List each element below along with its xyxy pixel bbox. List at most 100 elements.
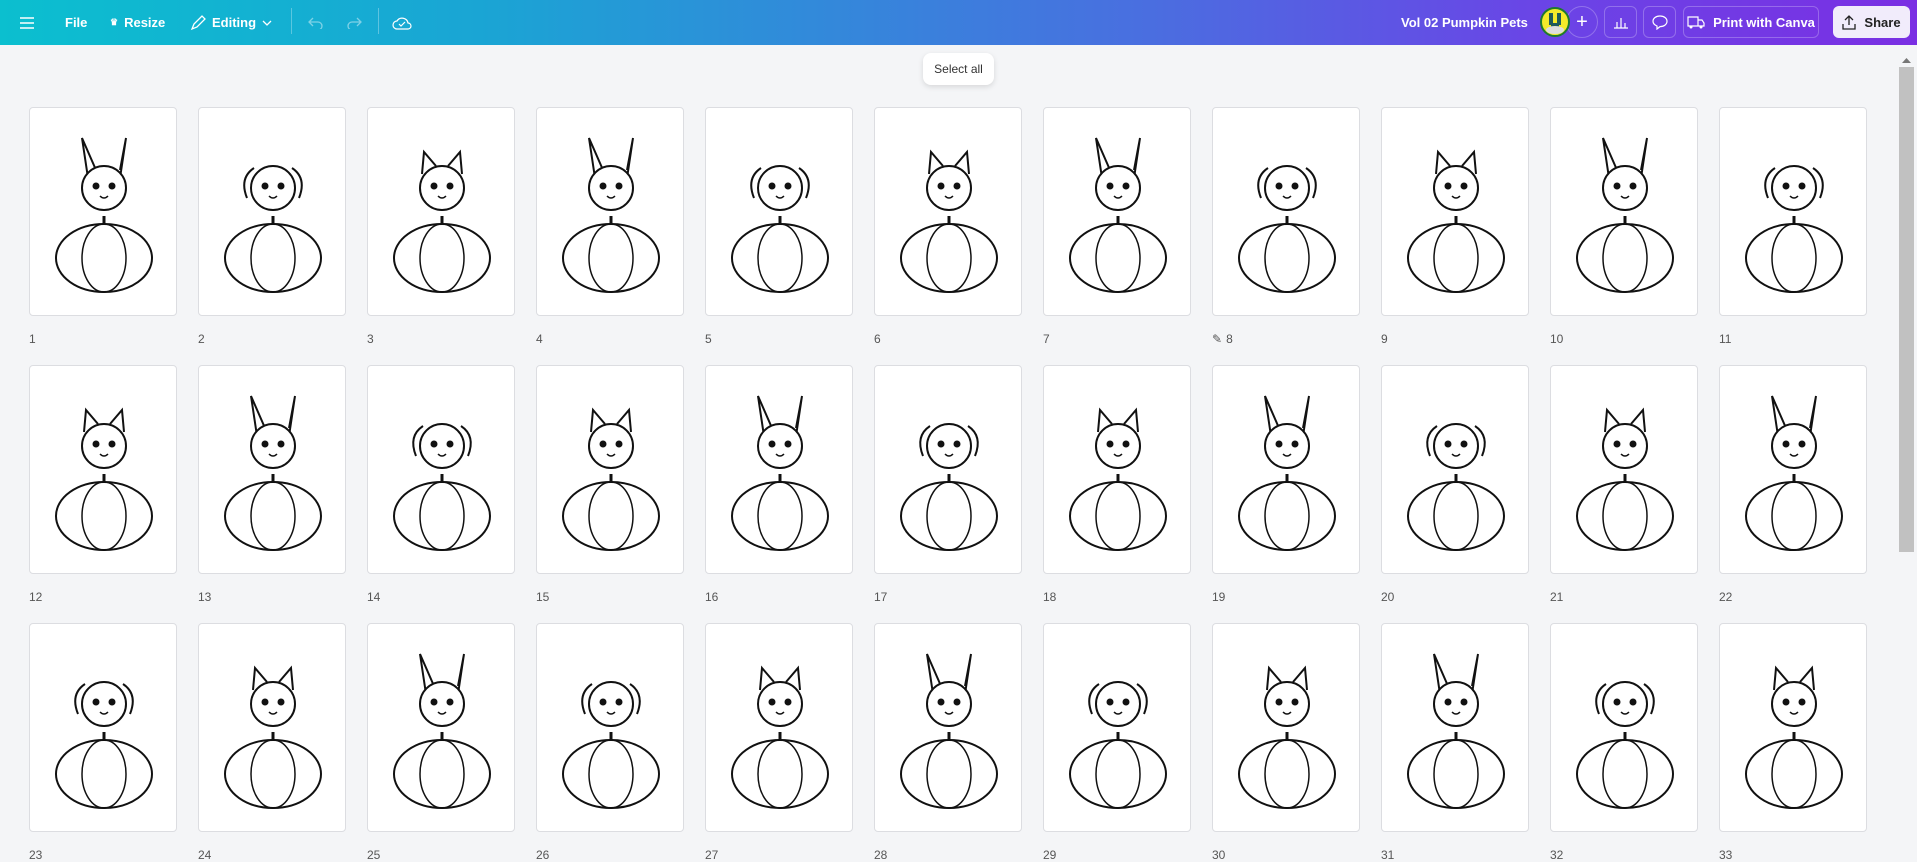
page-number: 26 xyxy=(536,848,549,862)
page-thumbnail[interactable] xyxy=(705,623,853,832)
page-thumbnail[interactable] xyxy=(1043,107,1191,316)
coloring-page-image xyxy=(1238,395,1336,551)
coloring-page-image xyxy=(55,681,153,809)
page-number: 23 xyxy=(29,848,42,862)
page-thumbnail[interactable] xyxy=(198,623,346,832)
page-thumbnail[interactable] xyxy=(1719,107,1867,316)
page-thumbnail[interactable] xyxy=(1550,365,1698,574)
page-thumbnail[interactable] xyxy=(536,107,684,316)
page-thumbnail[interactable] xyxy=(1212,623,1360,832)
page-thumbnail[interactable] xyxy=(367,623,515,832)
page-number-label: 30 xyxy=(1212,848,1226,862)
page-number: 31 xyxy=(1381,848,1394,862)
scroll-up-icon xyxy=(1902,58,1911,63)
page-thumbnail[interactable] xyxy=(1212,365,1360,574)
page-number: 6 xyxy=(874,332,881,346)
page-thumbnail[interactable] xyxy=(367,365,515,574)
page-number: 15 xyxy=(536,590,549,604)
avatar[interactable] xyxy=(1540,7,1570,37)
page-thumbnail[interactable] xyxy=(1043,365,1191,574)
page-number: 19 xyxy=(1212,590,1225,604)
page-thumbnail[interactable] xyxy=(705,365,853,574)
redo-button[interactable] xyxy=(346,17,362,29)
page-number: 13 xyxy=(198,590,211,604)
share-button[interactable]: Share xyxy=(1833,6,1910,38)
page-number: 12 xyxy=(29,590,42,604)
page-thumbnail[interactable] xyxy=(874,107,1022,316)
page-number-label: 9 xyxy=(1381,332,1388,346)
coloring-page-image xyxy=(562,681,660,809)
page-thumbnail[interactable] xyxy=(1381,107,1529,316)
insights-button[interactable] xyxy=(1604,6,1637,38)
print-with-canva-button[interactable]: Print with Canva xyxy=(1683,6,1819,38)
page-thumbnail[interactable] xyxy=(29,365,177,574)
page-number: 29 xyxy=(1043,848,1056,862)
page-thumbnail[interactable] xyxy=(29,623,177,832)
page-thumbnail[interactable] xyxy=(536,365,684,574)
page-thumbnail[interactable] xyxy=(1550,107,1698,316)
coloring-page-image xyxy=(224,665,322,809)
coloring-page-image xyxy=(393,149,491,293)
divider xyxy=(378,8,379,34)
coloring-page-image xyxy=(731,665,829,809)
editing-mode-dropdown[interactable]: Editing xyxy=(190,14,272,31)
page-number-label: 23 xyxy=(29,848,43,862)
page-thumbnail[interactable] xyxy=(1381,623,1529,832)
select-all-button[interactable]: Select all xyxy=(923,53,994,85)
page-thumbnail[interactable] xyxy=(367,107,515,316)
page-number-label: 31 xyxy=(1381,848,1395,862)
page-number-label: 27 xyxy=(705,848,719,862)
page-number-label: 33 xyxy=(1719,848,1733,862)
page-thumbnail[interactable] xyxy=(1719,365,1867,574)
page-thumbnail[interactable] xyxy=(1043,623,1191,832)
page-number-label: 18 xyxy=(1043,590,1057,604)
page-thumbnail[interactable] xyxy=(874,623,1022,832)
share-label: Share xyxy=(1864,14,1901,30)
add-collaborator-button[interactable]: + xyxy=(1566,6,1598,38)
page-thumbnail[interactable] xyxy=(874,365,1022,574)
save-status-button[interactable] xyxy=(392,16,412,30)
page-thumbnail[interactable] xyxy=(1212,107,1360,316)
page-number-label: 21 xyxy=(1550,590,1564,604)
page-thumbnail[interactable] xyxy=(1381,365,1529,574)
page-number-label: 13 xyxy=(198,590,212,604)
page-thumbnail[interactable] xyxy=(705,107,853,316)
coloring-page-image xyxy=(1407,149,1505,293)
page-number-label: 29 xyxy=(1043,848,1057,862)
design-title[interactable]: Vol 02 Pumpkin Pets xyxy=(1401,15,1528,30)
page-number-label: 6 xyxy=(874,332,881,346)
coloring-page-image xyxy=(55,407,153,551)
page-number-label: 8 xyxy=(1226,332,1233,346)
undo-button[interactable] xyxy=(308,17,324,29)
pencil-icon xyxy=(190,14,206,30)
page-number: 16 xyxy=(705,590,718,604)
resize-button[interactable]: ♛ Resize xyxy=(110,15,165,30)
page-thumbnail[interactable] xyxy=(198,107,346,316)
coloring-page-image xyxy=(1576,681,1674,809)
truck-icon xyxy=(1687,16,1705,29)
page-number-label: 1 xyxy=(29,332,36,346)
page-number-label: 25 xyxy=(367,848,381,862)
page-number: 17 xyxy=(874,590,887,604)
scrollbar-thumb[interactable] xyxy=(1899,67,1914,552)
page-number-label: 20 xyxy=(1381,590,1395,604)
coloring-page-image xyxy=(1238,165,1336,293)
comment-button[interactable] xyxy=(1643,6,1676,38)
page-thumbnail[interactable] xyxy=(198,365,346,574)
resize-label: Resize xyxy=(124,15,166,30)
page-thumbnail[interactable] xyxy=(1550,623,1698,832)
page-number: 3 xyxy=(367,332,374,346)
file-menu[interactable]: File xyxy=(65,15,87,30)
page-number: 5 xyxy=(705,332,712,346)
crown-icon: ♛ xyxy=(110,17,119,27)
page-number-label: 32 xyxy=(1550,848,1564,862)
page-thumbnail[interactable] xyxy=(536,623,684,832)
page-number-label: 19 xyxy=(1212,590,1226,604)
coloring-page-image xyxy=(900,653,998,809)
plus-icon: + xyxy=(1576,10,1588,33)
page-thumbnail[interactable] xyxy=(29,107,177,316)
page-thumbnail[interactable] xyxy=(1719,623,1867,832)
coloring-page-image xyxy=(731,395,829,551)
main-menu-button[interactable] xyxy=(20,16,34,29)
coloring-page-image xyxy=(224,395,322,551)
